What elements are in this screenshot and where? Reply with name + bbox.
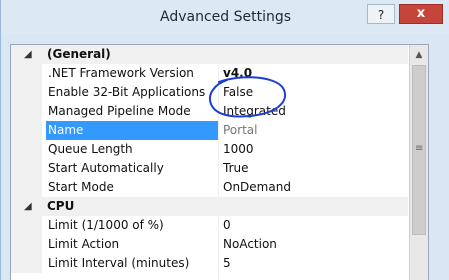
row-gutter (11, 159, 42, 178)
property-row-limit-action[interactable]: Limit Action NoAction (11, 235, 408, 254)
property-name: Limit Action (48, 237, 120, 251)
property-name: Start Mode (48, 180, 114, 194)
category-cpu[interactable]: ◢ CPU (11, 197, 408, 216)
row-gutter (11, 254, 42, 273)
help-button[interactable]: ? (367, 4, 395, 24)
property-name: Enable 32-Bit Applications (48, 85, 206, 99)
category-label: (General) (47, 47, 111, 61)
row-gutter (11, 64, 42, 83)
property-row-queue-length[interactable]: Queue Length 1000 (11, 140, 408, 159)
property-name: Queue Length (48, 142, 133, 156)
property-grid: ◢ (General) .NET Framework Version v4.0 … (10, 44, 429, 280)
vertical-scrollbar[interactable]: ▲ ≡ (409, 45, 428, 280)
column-splitter[interactable] (218, 64, 219, 280)
row-gutter (11, 140, 42, 159)
property-value[interactable]: 5 (223, 254, 231, 273)
property-row-enable-32bit[interactable]: Enable 32-Bit Applications False (11, 83, 408, 102)
property-name: .NET Framework Version (48, 66, 194, 80)
property-value[interactable]: NoAction (223, 235, 277, 254)
category-label: CPU (47, 199, 75, 213)
property-name: Managed Pipeline Mode (48, 104, 191, 118)
property-value[interactable]: False (223, 83, 253, 102)
collapse-icon[interactable]: ◢ (24, 45, 36, 64)
property-value[interactable]: True (223, 159, 249, 178)
property-row-pipeline-mode[interactable]: Managed Pipeline Mode Integrated (11, 102, 408, 121)
property-value[interactable]: v4.0 (223, 64, 252, 83)
property-name: Limit Interval (minutes) (48, 256, 190, 270)
property-value[interactable]: 0 (223, 216, 231, 235)
property-row-cpu-limit[interactable]: Limit (1/1000 of %) 0 (11, 216, 408, 235)
property-row-start-automatically[interactable]: Start Automatically True (11, 159, 408, 178)
property-value[interactable]: Portal (223, 121, 257, 140)
property-row-start-mode[interactable]: Start Mode OnDemand (11, 178, 408, 197)
scroll-thumb[interactable]: ≡ (412, 65, 426, 235)
row-gutter (11, 83, 42, 102)
property-name: Start Automatically (48, 161, 164, 175)
grip-icon: ≡ (415, 143, 424, 154)
category-general[interactable]: ◢ (General) (11, 45, 408, 64)
property-row-name[interactable]: Name Portal (11, 121, 408, 140)
property-value[interactable]: OnDemand (223, 178, 291, 197)
row-gutter (11, 121, 42, 140)
row-gutter (11, 235, 42, 254)
row-gutter (11, 178, 42, 197)
advanced-settings-dialog: Advanced Settings ? x ◢ (General) .NET F… (0, 0, 449, 280)
property-value[interactable]: Integrated (223, 102, 286, 121)
collapse-icon[interactable]: ◢ (24, 197, 36, 216)
property-name: Name (46, 121, 218, 140)
property-row-limit-interval[interactable]: Limit Interval (minutes) 5 (11, 254, 408, 273)
scroll-up-arrow-icon[interactable]: ▲ (410, 47, 428, 63)
close-button[interactable]: x (399, 4, 443, 24)
property-row-framework-version[interactable]: .NET Framework Version v4.0 (11, 64, 408, 83)
property-value[interactable]: 1000 (223, 140, 254, 159)
row-gutter (11, 216, 42, 235)
property-name: Limit (1/1000 of %) (48, 218, 164, 232)
row-gutter (11, 102, 42, 121)
title-bar[interactable]: Advanced Settings ? x (1, 0, 449, 34)
